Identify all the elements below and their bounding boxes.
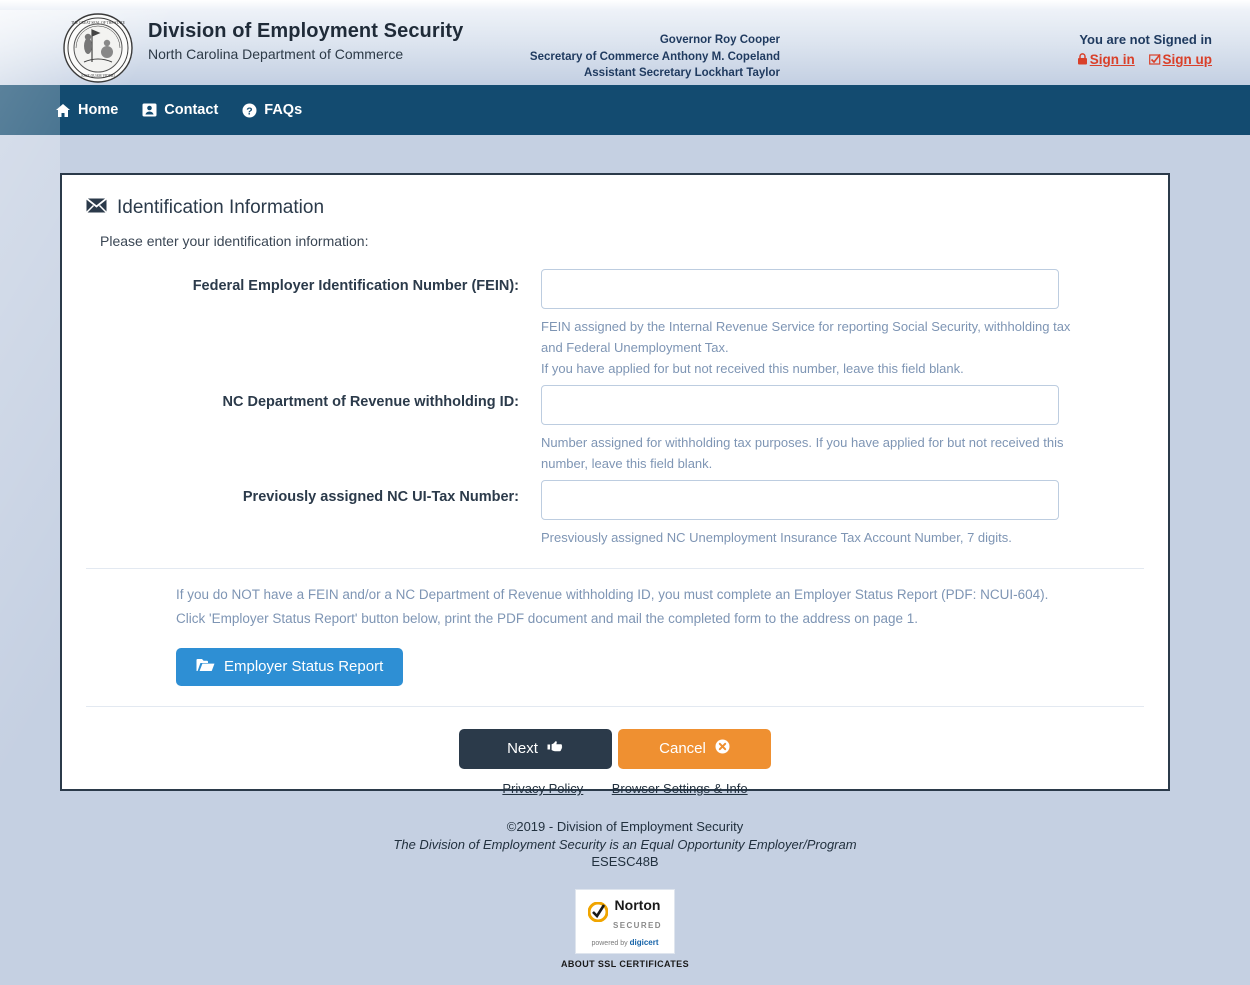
label-ncdor-withholding-id: NC Department of Revenue withholding ID: (222, 394, 519, 411)
official-governor: Governor Roy Cooper (659, 34, 780, 46)
help-ui-tax: Presviously assigned NC Unemployment Ins… (541, 527, 1059, 548)
site-header: THE GREAT SEAL OF THE STATE ESSE QUAM VI… (0, 10, 1250, 85)
cancel-label: Cancel (659, 740, 706, 758)
ncdor-withholding-id-input[interactable] (541, 385, 1059, 426)
help-ncdor-line2: number, leave this field blank. (541, 456, 713, 472)
officials-list: Governor Roy Cooper Secretary of Commerc… (430, 32, 780, 82)
employer-status-report-button[interactable]: Employer Status Report (176, 647, 404, 686)
help-fein: FEIN assigned by the Internal Revenue Se… (541, 316, 1071, 379)
official-secretary: Secretary of Commerce Anthony M. Copelan… (529, 50, 780, 63)
nav-item-contact[interactable]: Contact (142, 102, 218, 118)
nav-label-contact: Contact (164, 102, 219, 118)
help-fein-line2: and Federal Unemployment Tax. (541, 340, 729, 356)
signin-status: You are not Signed in (1079, 32, 1212, 47)
identification-information-card: Identification Information Please enter … (60, 173, 1170, 791)
form-row-ncdor: NC Department of Revenue withholding ID:… (86, 385, 1144, 474)
nav-item-faqs[interactable]: ? FAQs (242, 102, 302, 118)
nav-item-home[interactable]: Home (55, 102, 118, 118)
note-line-1: If you do NOT have a FEIN and/or a NC De… (176, 587, 1049, 603)
signin-links: Sign in Sign up (1067, 52, 1212, 67)
folder-open-icon (196, 658, 215, 676)
next-button[interactable]: Next (459, 728, 612, 769)
form-actions: Next Cancel (86, 728, 1144, 769)
help-fein-line3: If you have applied for but not received… (541, 361, 964, 377)
copyright-text: ©2019 - Division of Employment Security (506, 819, 744, 834)
sign-in-link[interactable]: Sign in (1077, 52, 1135, 67)
signin-block: You are not Signed in Sign in Sign up (1067, 32, 1212, 67)
nav-label-home: Home (78, 102, 119, 118)
form-code: ESESC48B (591, 854, 659, 870)
svg-text:?: ? (247, 105, 253, 117)
address-card-icon (142, 103, 157, 117)
previous-ui-tax-number-input[interactable] (541, 480, 1059, 521)
label-fein: Federal Employer Identification Number (… (192, 278, 519, 294)
norton-secured-text: SECURED (613, 920, 662, 930)
fein-input[interactable] (541, 269, 1059, 309)
label-previous-ui-tax-number: Previously assigned NC UI-Tax Number: (242, 489, 519, 506)
check-square-icon (1148, 52, 1161, 67)
norton-powered-by: powered by digicert (591, 938, 658, 947)
field-group-ncdor: Number assigned for withholding tax purp… (541, 385, 1064, 474)
sign-up-link[interactable]: Sign up (1148, 52, 1213, 67)
help-fein-line1: FEIN assigned by the Internal Revenue Se… (541, 319, 1071, 334)
official-assistant-secretary: Assistant Secretary Lockhart Taylor (583, 67, 780, 80)
cancel-button[interactable]: Cancel (618, 728, 771, 769)
form-row-ui-tax: Previously assigned NC UI-Tax Number: Pr… (86, 480, 1144, 548)
employer-status-report-label: Employer Status Report (224, 658, 384, 676)
employer-status-report-note: If you do NOT have a FEIN and/or a NC De… (176, 583, 1144, 629)
norton-wordmark: Norton (614, 896, 661, 913)
norton-secured-badge[interactable]: Norton SECURED powered by digicert (575, 889, 675, 955)
help-ncdor: Number assigned for withholding tax purp… (541, 432, 1064, 474)
field-group-ui-tax: Presviously assigned NC Unemployment Ins… (541, 480, 1059, 548)
form-row-fein: Federal Employer Identification Number (… (86, 269, 1144, 379)
hand-point-right-icon (547, 739, 564, 758)
card-title-text: Identification Information (117, 197, 325, 218)
agency-title: Division of Employment Security (148, 20, 464, 42)
norton-badge-row: Norton SECURED (587, 896, 662, 933)
times-circle-icon (715, 739, 730, 758)
svg-text:THE GREAT SEAL OF THE STATE: THE GREAT SEAL OF THE STATE (71, 21, 126, 25)
lock-icon (1077, 52, 1088, 67)
next-label: Next (507, 740, 538, 758)
note-line-2: Click 'Employer Status Report' button be… (176, 610, 919, 626)
brand-block: Division of Employment Security North Ca… (148, 20, 463, 62)
card-intro-text: Please enter your identification informa… (100, 233, 369, 249)
digicert-wordmark: digicert (629, 937, 659, 947)
svg-text:ESSE QUAM VIDERI: ESSE QUAM VIDERI (81, 74, 115, 78)
sign-in-label: Sign in (1089, 52, 1135, 67)
powered-by-text: powered by (591, 939, 628, 947)
divider-upper (86, 568, 1144, 570)
home-icon (55, 103, 71, 118)
ssl-certificates-caption[interactable]: ABOUT SSL CERTIFICATES (0, 959, 1250, 969)
norton-check-icon (587, 901, 609, 927)
divider-lower (86, 705, 1144, 707)
agency-subtitle: North Carolina Department of Commerce (148, 46, 404, 62)
privacy-policy-link[interactable]: Privacy Policy (502, 781, 583, 796)
main-navigation: Home Contact ? FAQs (0, 85, 1250, 135)
card-title: Identification Information (85, 197, 1144, 219)
browser-settings-link[interactable]: Browser Settings & Info (612, 781, 748, 796)
top-strip (0, 0, 1250, 10)
envelope-icon (85, 197, 108, 219)
page-footer: Privacy Policy Browser Settings & Info ©… (0, 780, 1250, 969)
nav-label-faqs: FAQs (264, 102, 303, 118)
footer-links: Privacy Policy Browser Settings & Info (0, 780, 1250, 798)
sign-up-label: Sign up (1162, 52, 1213, 67)
footer-text: ©2019 - Division of Employment Security … (0, 818, 1250, 871)
eeo-statement: The Division of Employment Security is a… (393, 836, 857, 852)
nc-state-seal-icon: THE GREAT SEAL OF THE STATE ESSE QUAM VI… (62, 12, 134, 84)
question-circle-icon: ? (242, 103, 257, 118)
help-ncdor-line1: Number assigned for withholding tax purp… (541, 435, 1064, 451)
help-ui-tax-line1: Presviously assigned NC Unemployment Ins… (541, 530, 1012, 546)
field-group-fein: FEIN assigned by the Internal Revenue Se… (541, 269, 1071, 379)
